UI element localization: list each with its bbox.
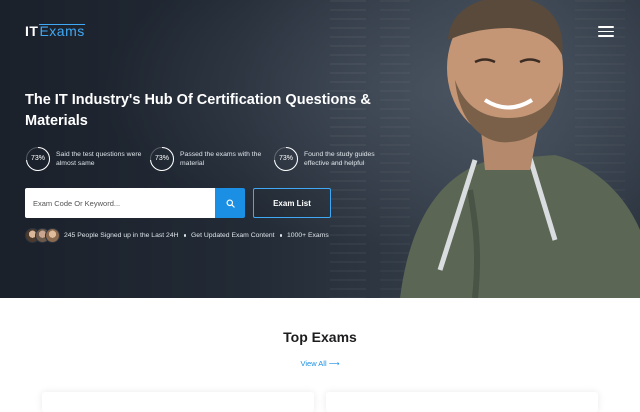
search-input[interactable] — [25, 188, 215, 218]
site-logo[interactable]: IT Exams — [25, 23, 85, 39]
signup-count-text: 245 People Signed up in the Last 24H — [64, 232, 179, 239]
exam-card[interactable] — [326, 392, 598, 412]
search-bar — [25, 188, 245, 218]
hamburger-menu-icon[interactable] — [598, 26, 614, 37]
hero-banner: IT Exams The IT Industry's Hub Of Certif… — [0, 0, 640, 298]
stat-percent: 73% — [30, 155, 45, 162]
social-proof: 245 People Signed up in the Last 24H Get… — [25, 228, 329, 243]
progress-ring: 73% — [273, 146, 299, 172]
bullet-dot — [279, 234, 283, 237]
hero-person-image — [400, 0, 640, 298]
progress-ring: 73% — [149, 146, 175, 172]
bullet-dot — [183, 234, 187, 237]
exam-list-button[interactable]: Exam List — [253, 188, 331, 218]
stat-item: 73% Said the test questions were almost … — [25, 146, 149, 172]
stats-row: 73% Said the test questions were almost … — [25, 146, 397, 172]
view-all-link[interactable]: View All ⟶ — [0, 359, 640, 368]
stat-item: 73% Found the study guides effective and… — [273, 146, 397, 172]
social-proof-text: 245 People Signed up in the Last 24H Get… — [64, 232, 329, 239]
top-exams-title: Top Exams — [283, 329, 357, 345]
search-icon — [225, 198, 235, 208]
logo-it-text: IT — [25, 23, 39, 39]
updated-content-text: Get Updated Exam Content — [191, 232, 275, 239]
stat-text: Passed the exams with the material — [180, 151, 262, 167]
stat-percent: 73% — [278, 155, 293, 162]
avatar-group — [25, 228, 60, 243]
progress-ring: 73% — [25, 146, 51, 172]
exam-count-text: 1000+ Exams — [287, 232, 329, 239]
stat-item: 73% Passed the exams with the material — [149, 146, 273, 172]
stat-text: Found the study guides effective and hel… — [304, 151, 375, 167]
stat-percent: 73% — [154, 155, 169, 162]
logo-exams-text: Exams — [39, 23, 85, 39]
avatar — [45, 228, 60, 243]
hero-headline: The IT Industry's Hub Of Certification Q… — [25, 92, 371, 129]
search-button[interactable] — [215, 188, 245, 218]
exam-card[interactable] — [42, 392, 314, 412]
stat-text: Said the test questions were almost same — [56, 151, 142, 167]
